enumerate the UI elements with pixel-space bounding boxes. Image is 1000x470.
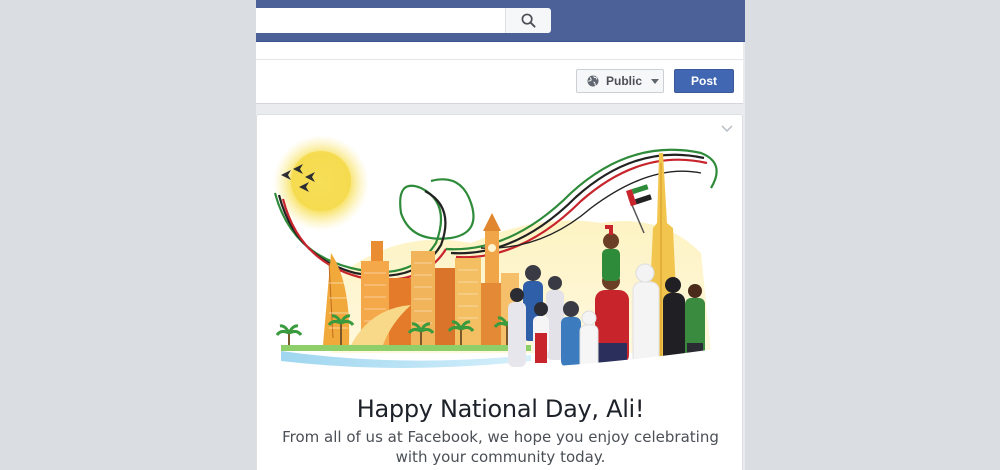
search-bar (256, 8, 551, 33)
card-message: From all of us at Facebook, we hope you … (282, 428, 719, 466)
post-composer: Public Post (256, 42, 743, 104)
search-button[interactable] (505, 8, 551, 33)
national-day-illustration (273, 135, 721, 391)
water (281, 351, 531, 368)
top-navigation-bar (256, 0, 745, 42)
search-icon (521, 13, 536, 28)
national-day-card: Happy National Day, Ali! From all of us … (256, 114, 743, 470)
crowd (508, 184, 705, 373)
card-title: Happy National Day, Ali! (356, 395, 645, 423)
composer-text-area[interactable] (256, 42, 743, 60)
audience-selector[interactable]: Public (576, 69, 664, 93)
main-column: Public Post Happy National Day, Ali! Fro… (256, 0, 745, 470)
globe-icon (587, 75, 599, 87)
post-button[interactable]: Post (674, 69, 734, 93)
search-input[interactable] (256, 8, 505, 33)
chevron-down-icon[interactable] (721, 125, 733, 133)
caret-down-icon (651, 78, 660, 84)
audience-label: Public (606, 74, 643, 88)
